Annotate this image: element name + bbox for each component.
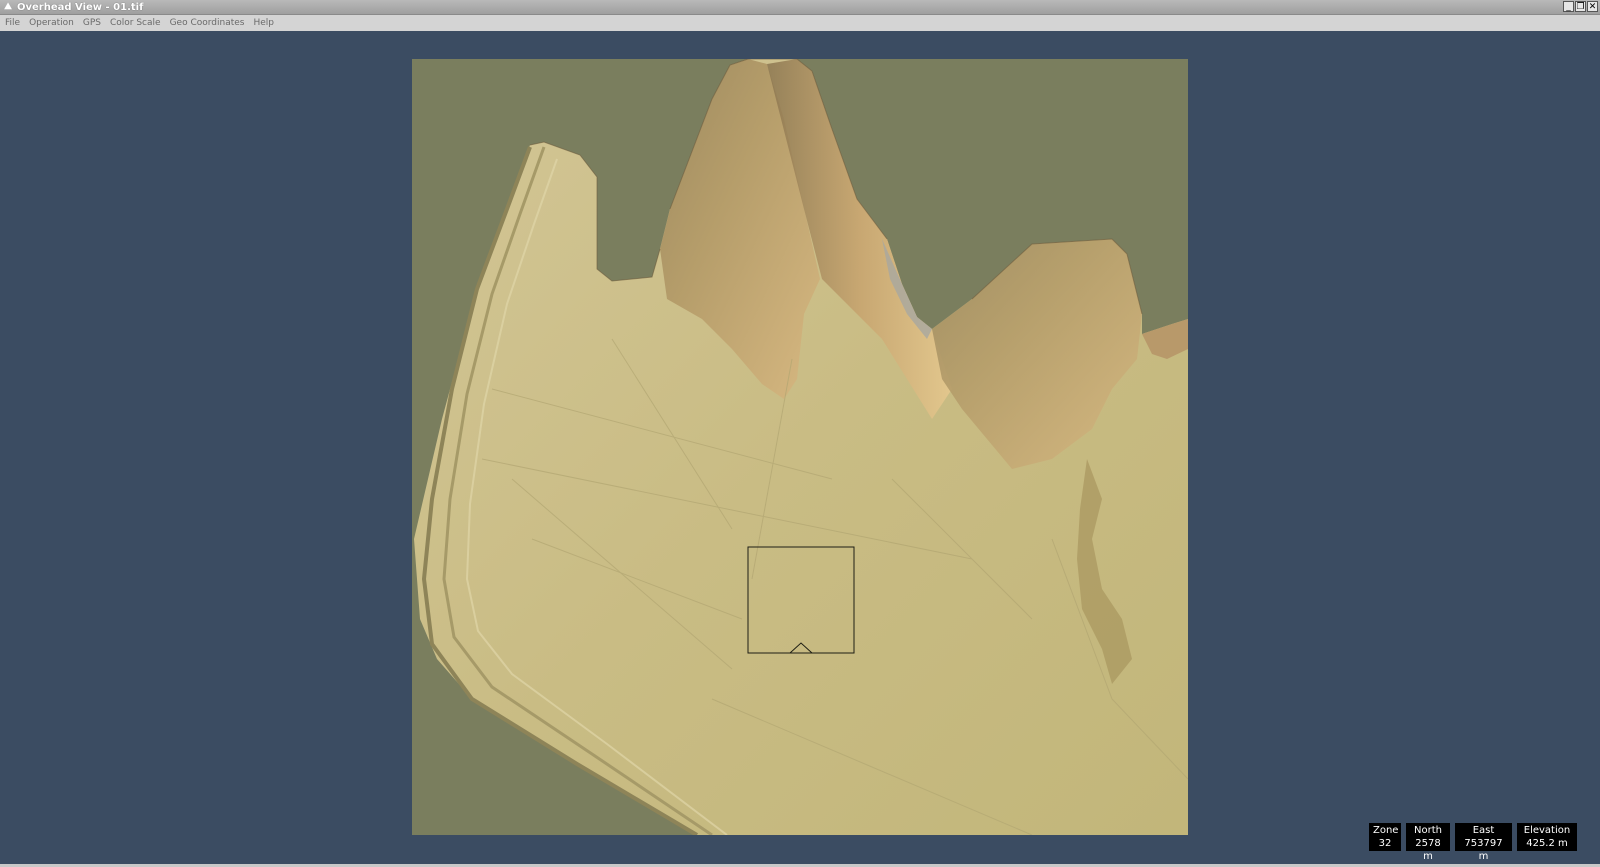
terrain-map[interactable] <box>412 59 1188 835</box>
overhead-map-view[interactable] <box>412 59 1188 835</box>
elevation-cell: Elevation 425.2 m <box>1517 823 1577 851</box>
window-title: Overhead View - 01.tif <box>17 1 144 13</box>
zone-cell: Zone 32 <box>1369 823 1401 851</box>
north-label: North <box>1414 825 1442 836</box>
menu-file[interactable]: File <box>5 18 20 28</box>
menu-bar: File Operation GPS Color Scale Geo Coord… <box>0 15 1600 31</box>
menu-gps[interactable]: GPS <box>83 18 101 28</box>
menu-operation[interactable]: Operation <box>29 18 74 28</box>
coordinate-readout: Zone 32 North 2578 m East 753797 m Eleva… <box>1369 823 1577 862</box>
zone-label: Zone <box>1373 825 1399 836</box>
window-controls: _ ❐ ✕ <box>1563 1 1598 12</box>
elevation-label: Elevation <box>1523 825 1571 836</box>
close-button[interactable]: ✕ <box>1587 1 1598 12</box>
zone-value: 32 <box>1378 838 1392 849</box>
north-value: 2578 m <box>1415 838 1441 862</box>
restore-button[interactable]: ❐ <box>1575 1 1586 12</box>
elevation-value: 425.2 m <box>1526 838 1568 849</box>
menu-help[interactable]: Help <box>253 18 274 28</box>
title-bar: ⛰ Overhead View - 01.tif _ ❐ ✕ <box>0 0 1600 15</box>
north-cell: North 2578 m <box>1406 823 1450 862</box>
menu-color-scale[interactable]: Color Scale <box>110 18 161 28</box>
east-label: East <box>1472 825 1495 836</box>
app-icon[interactable]: ⛰ <box>1 1 15 13</box>
menu-geo-coordinates[interactable]: Geo Coordinates <box>170 18 245 28</box>
east-cell: East 753797 m <box>1455 823 1512 862</box>
minimize-button[interactable]: _ <box>1563 1 1574 12</box>
east-value: 753797 m <box>1464 838 1503 862</box>
